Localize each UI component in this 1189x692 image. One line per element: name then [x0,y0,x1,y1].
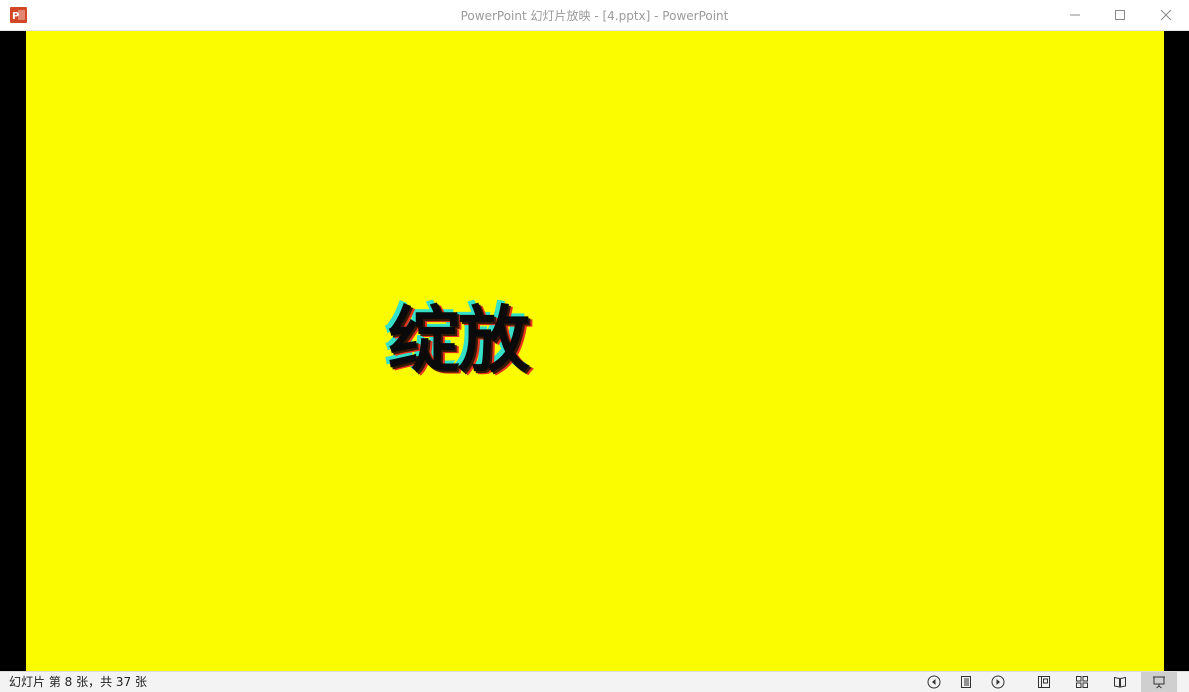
previous-slide-button[interactable] [921,672,947,692]
window-title: PowerPoint 幻灯片放映 - [4.pptx] - PowerPoint [460,9,729,23]
title-bar[interactable]: P PowerPoint 幻灯片放映 - [4.pptx] - PowerPoi… [0,0,1189,31]
slide-menu-icon [961,676,971,688]
slideshow-view-icon [1153,676,1165,689]
status-bar: 幻灯片 第 8 张，共 37 张 [0,671,1189,692]
slide-sorter-button[interactable] [1069,672,1095,692]
slide-menu-button[interactable] [953,672,979,692]
normal-view-icon [1038,676,1050,688]
reading-view-icon [1114,676,1126,688]
normal-view-button[interactable] [1031,672,1057,692]
close-button[interactable] [1143,0,1189,30]
close-icon [1160,9,1172,21]
slideshow-view-button[interactable] [1141,672,1177,692]
maximize-icon [1115,10,1125,20]
slide-title-glitch-text: 绽放 绽放 绽放 [384,301,534,379]
powerpoint-window: P PowerPoint 幻灯片放映 - [4.pptx] - PowerPoi… [0,0,1189,692]
maximize-button[interactable] [1097,0,1143,30]
previous-slide-icon [927,675,941,689]
minimize-icon [1070,14,1080,16]
slide-canvas[interactable]: 绽放 绽放 绽放 [26,31,1164,671]
slide-counter: 幻灯片 第 8 张，共 37 张 [9,675,147,689]
slide-title-text: 绽放 [388,298,530,382]
next-slide-button[interactable] [985,672,1011,692]
next-slide-icon [991,675,1005,689]
minimize-button[interactable] [1052,0,1098,30]
slide-sorter-icon [1076,676,1088,688]
slideshow-stage[interactable]: 绽放 绽放 绽放 [0,31,1189,671]
reading-view-button[interactable] [1107,672,1133,692]
